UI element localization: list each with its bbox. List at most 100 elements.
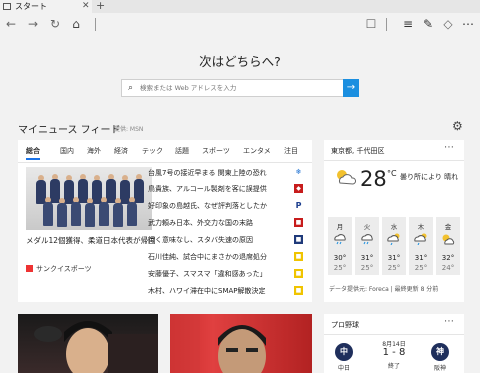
- forecast-low: 25°: [333, 264, 347, 272]
- team-name-away: 阪神: [433, 365, 446, 372]
- forecast-low: 25°: [387, 264, 401, 272]
- forecast-day[interactable]: 水 31° 25°: [382, 217, 406, 275]
- forward-icon[interactable]: →: [25, 16, 41, 32]
- search-input[interactable]: [140, 81, 340, 95]
- forecast-day[interactable]: 火 31° 25°: [355, 217, 379, 275]
- forecast-day-name: 火: [363, 223, 371, 231]
- tab-start[interactable]: スタート ✕: [0, 0, 92, 13]
- photo-person: [71, 202, 81, 226]
- tab-category-sports[interactable]: スポーツ: [202, 146, 230, 156]
- forecast-day[interactable]: 木 31° 25°: [409, 217, 433, 275]
- divider: [386, 18, 387, 31]
- hub-icon[interactable]: ≡: [400, 16, 416, 32]
- tab-category-domestic[interactable]: 国内: [60, 146, 74, 156]
- game-score: 1 - 8: [382, 347, 406, 358]
- home-icon[interactable]: ⌂: [68, 16, 84, 32]
- story-image[interactable]: [18, 314, 158, 373]
- sun-rain-icon: [414, 233, 427, 245]
- tab-category-general[interactable]: 総合: [26, 146, 40, 160]
- rain-cloud-icon: [361, 234, 373, 245]
- forecast-day[interactable]: 月 30° 25°: [328, 217, 352, 275]
- search-go-button[interactable]: →: [343, 79, 359, 97]
- tab-category-tech[interactable]: テック: [142, 146, 163, 156]
- photo-person: [85, 203, 95, 227]
- forecast-day-name: 月: [336, 223, 344, 231]
- more-icon[interactable]: ⋯: [444, 316, 454, 327]
- game-status: 終了: [387, 363, 400, 370]
- weather-description: 曇り所により 晴れ: [400, 173, 459, 181]
- news-card: 総合 国内 海外 経済 テック 話題 スポーツ エンタメ 注目 メダル12個獲得…: [18, 140, 312, 302]
- source-logo-icon: ❄: [295, 168, 302, 176]
- rain-cloud-icon: [334, 234, 346, 245]
- forecast-day[interactable]: 金 32° 24°: [436, 217, 460, 275]
- baseball-card[interactable]: プロ野球 ⋯ 中 中日 8月14日 1 - 8 終了 神 阪神: [324, 314, 464, 373]
- headline-item[interactable]: 安藤優子、スマスマ「違和感あった」: [148, 269, 288, 279]
- tab-category-topics[interactable]: 話題: [175, 146, 189, 156]
- sun-cloud-icon: [442, 234, 455, 245]
- headline-item[interactable]: 鳥貴族、アルコール製剤を客に誤提供: [148, 184, 288, 194]
- forecast-high: 30°: [333, 254, 347, 262]
- tab-category-featured[interactable]: 注目: [284, 146, 298, 156]
- forecast-high: 32°: [441, 254, 455, 262]
- story-image[interactable]: [170, 314, 312, 373]
- tab-category-economy[interactable]: 経済: [114, 146, 128, 156]
- source-logo-icon: ◆: [294, 184, 303, 193]
- photo-person: [99, 202, 109, 226]
- source-logo-icon: ■: [294, 286, 303, 295]
- forecast-low: 25°: [414, 264, 428, 272]
- tab-category-world[interactable]: 海外: [87, 146, 101, 156]
- page-icon: [3, 3, 11, 10]
- headline-item[interactable]: 石川佳純、試合中にまさかの退席処分: [148, 252, 288, 262]
- back-icon[interactable]: ←: [3, 16, 19, 32]
- news-photo[interactable]: [26, 167, 152, 230]
- gear-icon[interactable]: ⚙: [452, 119, 463, 133]
- headline-item[interactable]: 木村、ハワイ滞在中にSMAP解散決定: [148, 286, 288, 296]
- weather-footer: データ提供元: Foreca | 最終更新 8 分前: [329, 286, 439, 293]
- tab-category-entertainment[interactable]: エンタメ: [243, 146, 271, 156]
- more-icon[interactable]: ⋯: [460, 16, 476, 32]
- headline-item[interactable]: 好印象の島越氏、なぜ評判落としたか: [148, 201, 288, 211]
- new-tab-icon[interactable]: +: [96, 0, 105, 12]
- partly-cloudy-icon: [337, 170, 357, 185]
- photo-person: [113, 203, 123, 227]
- web-note-icon[interactable]: ✎: [420, 16, 436, 32]
- share-icon[interactable]: ◇: [440, 16, 456, 32]
- source-logo-icon: ■: [294, 269, 303, 278]
- more-icon[interactable]: ⋯: [444, 142, 454, 153]
- weather-card[interactable]: 東京都, 千代田区 ⋯ 28 °C 曇り所により 晴れ 月 30° 25° 火 …: [324, 140, 464, 302]
- photo-person: [134, 179, 144, 203]
- story-source: サンクイスポーツ: [26, 264, 92, 274]
- forecast-high: 31°: [414, 254, 428, 262]
- divider: [324, 160, 464, 161]
- headline-item[interactable]: 武力頼み日本、外交力な国の末路: [148, 218, 288, 228]
- feed-provider: 提供: MSN: [114, 126, 144, 133]
- headline-item[interactable]: 台風7号の接近早まる 関東上陸の恐れ: [148, 168, 288, 178]
- forecast-day-name: 金: [444, 223, 452, 231]
- search-box[interactable]: ⌕: [121, 79, 359, 97]
- forecast-low: 24°: [441, 264, 455, 272]
- athlete-photo: [34, 321, 158, 373]
- temperature-unit: °C: [387, 169, 397, 178]
- team-name-home: 中日: [337, 365, 350, 372]
- team-logo-home: 中: [335, 343, 353, 361]
- source-logo-icon: ■: [294, 252, 303, 261]
- headline-item[interactable]: 行く意味なし、スタバ失速の原因: [148, 235, 288, 245]
- search-icon: ⌕: [128, 83, 134, 93]
- source-name: サンクイスポーツ: [36, 265, 92, 273]
- source-logo-icon: ■: [294, 235, 303, 244]
- refresh-icon[interactable]: ↻: [47, 16, 63, 32]
- divider: [324, 334, 464, 335]
- source-logo-icon: ■: [294, 218, 303, 227]
- photo-person: [57, 203, 67, 227]
- divider: [95, 18, 96, 31]
- current-temperature: 28: [360, 167, 387, 191]
- source-logo-icon: P: [295, 201, 302, 210]
- tab-title: スタート: [15, 2, 47, 11]
- photo-person: [43, 202, 53, 226]
- main-story-caption[interactable]: メダル12個獲得、柔道日本代表が帰国: [26, 235, 156, 246]
- feed-title: マイニュース フィード: [18, 125, 121, 136]
- baseball-title[interactable]: プロ野球: [331, 320, 359, 330]
- reading-view-icon[interactable]: ☐: [363, 16, 379, 32]
- close-tab-icon[interactable]: ✕: [82, 0, 90, 13]
- weather-location[interactable]: 東京都, 千代田区: [331, 146, 384, 156]
